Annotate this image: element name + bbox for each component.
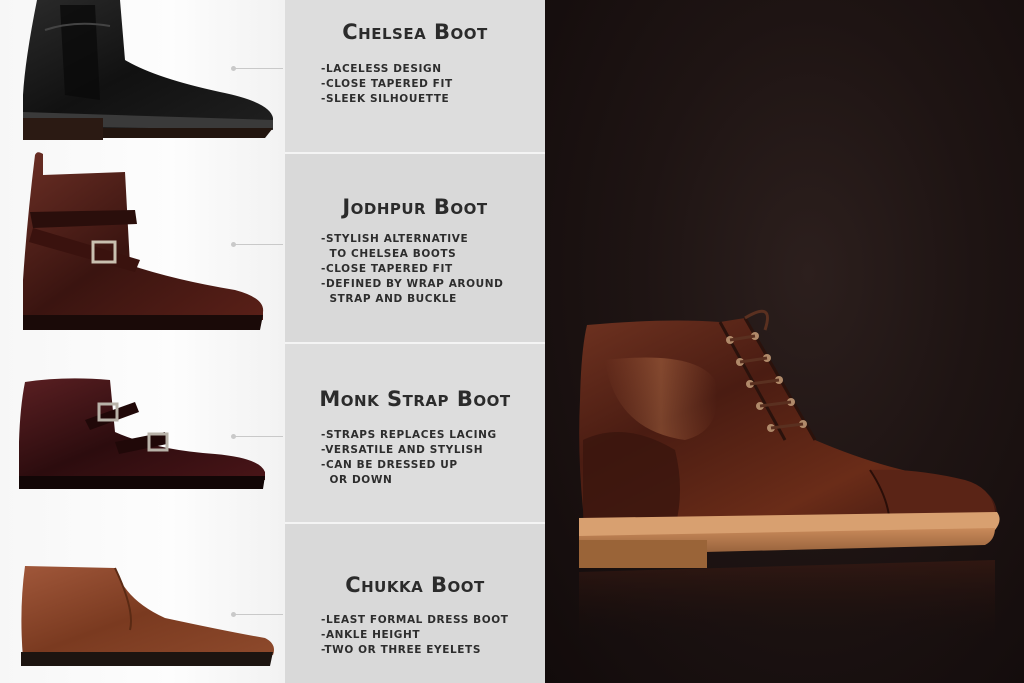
panel-divider (285, 342, 545, 344)
monk-strap-boot-features: -Straps replaces lacing -Versatile and s… (321, 428, 497, 488)
feature-item: -Defined by wrap around (321, 278, 504, 290)
chukka-boot-title: Chukka Boot (345, 573, 485, 597)
feature-item: -Close tapered fit (321, 263, 453, 275)
pointer-line (231, 434, 283, 439)
chelsea-boot-title: Chelsea Boot (342, 20, 488, 44)
pointer-line (231, 66, 283, 71)
panel-divider (285, 522, 545, 524)
boot-images-column (0, 0, 285, 683)
chukka-boot-features: -Least formal dress boot -Ankle height -… (321, 613, 509, 658)
feature-item: -Versatile and stylish (321, 444, 484, 456)
feature-item: to Chelsea boots (321, 248, 457, 260)
cap-toe-boot-photo-panel (545, 0, 1024, 683)
jodhpur-boot-title: Jodhpur Boot (342, 195, 488, 219)
feature-item: -Close tapered fit (321, 78, 453, 90)
feature-item: -Two or three eyelets (321, 644, 481, 656)
jodhpur-boot-image (23, 152, 264, 330)
feature-item: -Ankle height (321, 629, 421, 641)
cap-toe-boot-photo (579, 309, 1000, 640)
jodhpur-boot-features: -Stylish alternative to Chelsea boots -C… (321, 232, 503, 307)
chukka-boot-image (21, 566, 275, 666)
pointer-line (231, 242, 283, 247)
feature-item: strap and buckle (321, 293, 457, 305)
feature-item: -Sleek silhouette (321, 93, 450, 105)
chukka-panel (285, 524, 545, 683)
monk-strap-boot-title: Monk Strap Boot (319, 387, 511, 411)
feature-item: -Straps replaces lacing (321, 429, 497, 441)
feature-item: -Laceless design (321, 63, 442, 75)
chelsea-boot-features: -Laceless design -Close tapered fit -Sle… (321, 62, 453, 107)
feature-item: -Least formal dress boot (321, 614, 509, 626)
boot-descriptions-column: Chelsea Boot -Laceless design -Close tap… (285, 0, 545, 683)
feature-item: -Stylish alternative (321, 233, 469, 245)
pointer-line (231, 612, 283, 617)
chelsea-boot-image (23, 0, 273, 140)
monk-strap-boot-image (19, 378, 265, 489)
panel-divider (285, 152, 545, 154)
feature-item: -Can be dressed up (321, 459, 458, 471)
feature-item: or down (321, 474, 393, 486)
